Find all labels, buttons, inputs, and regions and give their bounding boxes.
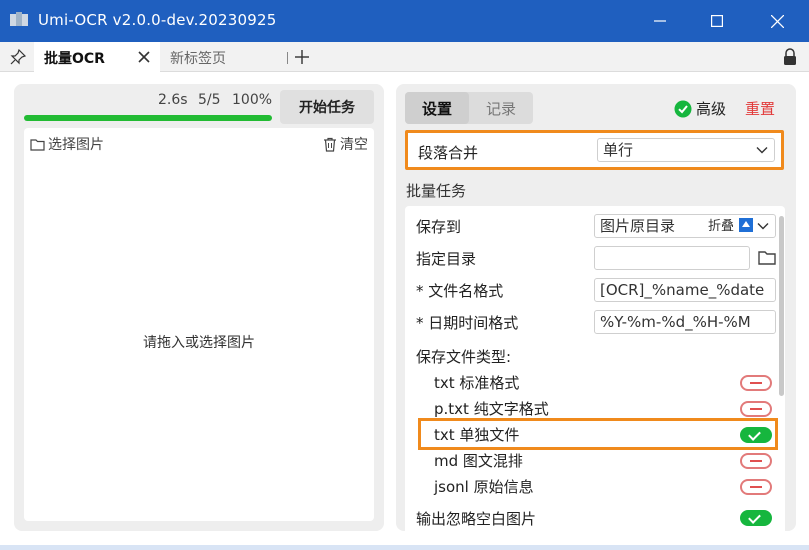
paragraph-merge-value: 单行	[603, 141, 634, 159]
progress-percent: 100%	[232, 92, 273, 108]
file-type-md-label: md 图文混排	[434, 452, 523, 470]
tab-bar: 批量OCR 新标签页	[0, 42, 809, 72]
select-images-label: 选择图片	[48, 137, 104, 153]
datetime-format-input[interactable]: %Y-%m-%d_%H-%M	[594, 310, 776, 334]
paragraph-merge-row: 段落合并 单行	[405, 130, 784, 170]
folder-icon	[30, 138, 45, 151]
batch-section-title: 批量任务	[406, 182, 467, 200]
collapse-label: 折叠	[708, 219, 735, 234]
start-task-button[interactable]: 开始任务	[280, 90, 374, 124]
clear-label: 清空	[340, 137, 368, 153]
window-title: Umi-OCR v2.0.0-dev.20230925	[38, 11, 277, 29]
filename-format-input[interactable]: [OCR]_%name_%date	[594, 278, 776, 302]
tab-records[interactable]: 记录	[469, 92, 533, 124]
collapse-button[interactable]: 折叠	[708, 215, 754, 234]
advanced-label: 高级	[696, 100, 727, 118]
app-logo-icon	[10, 12, 28, 26]
file-type-ptxt-label: p.txt 纯文字格式	[434, 400, 549, 418]
scrollbar[interactable]	[779, 216, 784, 396]
settings-panel: 设置 记录 高级 重置 段落合并 单行 批量任务 保存到 图片原目录 指定目录 …	[396, 84, 796, 531]
drop-hint-text: 请拖入或选择图片	[143, 335, 255, 351]
tab-batch-ocr[interactable]: 批量OCR	[34, 42, 160, 72]
tab-settings[interactable]: 设置	[405, 92, 469, 124]
minimize-icon	[654, 20, 666, 22]
title-bar: Umi-OCR v2.0.0-dev.20230925	[0, 0, 809, 42]
batch-settings-group: 保存到 图片原目录 指定目录 * 文件名格式 [OCR]_%name_%date…	[405, 206, 785, 531]
highlight-txt-single-row	[418, 418, 778, 450]
save-to-value: 图片原目录	[600, 217, 676, 235]
reset-button[interactable]: 重置	[745, 98, 775, 119]
close-tab-icon[interactable]	[136, 49, 152, 65]
tab-divider	[287, 52, 288, 64]
maximize-button[interactable]	[690, 0, 744, 42]
file-type-txt-toggle[interactable]	[740, 375, 772, 391]
advanced-toggle[interactable]: 高级	[674, 98, 726, 119]
select-images-button[interactable]: 选择图片	[30, 134, 104, 154]
elapsed-time: 2.6s	[158, 92, 188, 108]
target-dir-label: 指定目录	[416, 250, 477, 268]
file-type-txt-label: txt 标准格式	[434, 374, 520, 392]
paragraph-merge-label: 段落合并	[418, 144, 479, 162]
file-types-label: 保存文件类型:	[416, 348, 512, 366]
clear-button[interactable]: 清空	[323, 134, 368, 154]
settings-tab-group: 设置 记录	[405, 92, 533, 124]
file-type-ptxt-toggle[interactable]	[740, 401, 772, 417]
chevron-down-icon	[756, 147, 768, 154]
add-tab-icon[interactable]	[293, 48, 311, 66]
task-panel: 2.6s 5/5 100% 开始任务 选择图片 清空 请拖入或选择图片	[14, 84, 384, 531]
close-window-button[interactable]	[750, 0, 804, 42]
close-icon	[770, 14, 784, 28]
file-type-md-toggle[interactable]	[740, 453, 772, 469]
target-dir-input[interactable]	[594, 246, 750, 270]
collapse-up-icon	[739, 217, 754, 232]
ignore-blank-label: 输出忽略空白图片	[416, 510, 537, 528]
check-circle-icon	[674, 100, 692, 117]
tab-batch-ocr-label: 批量OCR	[44, 51, 105, 67]
save-to-label: 保存到	[416, 218, 462, 236]
ignore-blank-toggle[interactable]	[740, 510, 772, 526]
folder-icon[interactable]	[757, 248, 777, 268]
maximize-icon	[711, 15, 723, 27]
task-count: 5/5	[198, 92, 221, 108]
filename-format-label: * 文件名格式	[416, 282, 504, 300]
minimize-button[interactable]	[633, 0, 687, 42]
pin-icon[interactable]	[10, 49, 26, 65]
paragraph-merge-select[interactable]: 单行	[597, 138, 775, 162]
file-type-jsonl-toggle[interactable]	[740, 479, 772, 495]
chevron-down-icon	[757, 223, 769, 230]
progress-bar	[24, 115, 272, 121]
datetime-format-label: * 日期时间格式	[416, 314, 519, 332]
file-type-jsonl-label: jsonl 原始信息	[434, 478, 534, 496]
lock-icon[interactable]	[782, 48, 798, 66]
window-bottom-edge	[0, 545, 809, 550]
image-drop-area[interactable]: 选择图片 清空 请拖入或选择图片	[24, 128, 374, 521]
tab-new-tab[interactable]: 新标签页	[170, 48, 226, 68]
trash-icon	[324, 137, 336, 152]
